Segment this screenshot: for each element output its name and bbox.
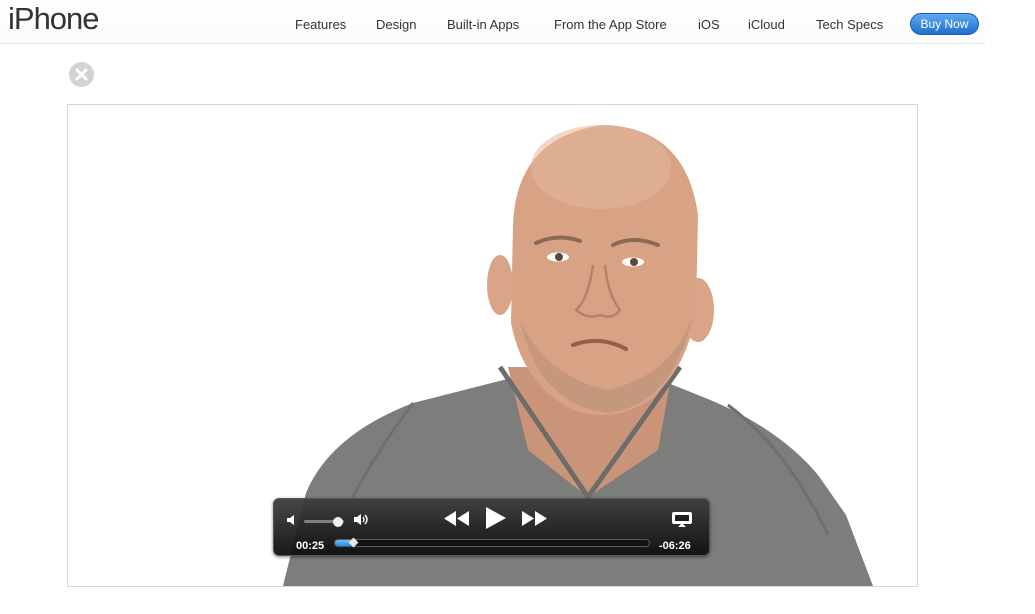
- volume-knob[interactable]: [333, 517, 343, 527]
- nav-built-in-apps[interactable]: Built-in Apps: [447, 17, 519, 32]
- progress-scrubber[interactable]: [334, 537, 650, 548]
- buy-now-button[interactable]: Buy Now: [910, 13, 979, 35]
- video-controls: 00:25 -06:26: [273, 498, 710, 556]
- close-button[interactable]: [69, 62, 94, 87]
- iphone-logo[interactable]: iPhone: [8, 1, 100, 37]
- volume-slider[interactable]: [304, 517, 344, 529]
- rewind-icon[interactable]: [443, 510, 471, 527]
- nav-design[interactable]: Design: [376, 17, 416, 32]
- play-icon[interactable]: [484, 506, 508, 530]
- nav-icloud[interactable]: iCloud: [748, 17, 785, 32]
- volume-low-icon[interactable]: [285, 513, 299, 527]
- nav-tech-specs[interactable]: Tech Specs: [816, 17, 883, 32]
- fast-forward-icon[interactable]: [521, 510, 549, 527]
- nav-features[interactable]: Features: [295, 17, 346, 32]
- current-time: 00:25: [296, 540, 325, 552]
- volume-high-icon[interactable]: [353, 512, 371, 528]
- airplay-icon[interactable]: [671, 511, 693, 527]
- global-header: iPhone Features Design Built-in Apps Fro…: [0, 0, 985, 44]
- close-icon: [75, 68, 88, 81]
- remaining-time: -06:26: [659, 540, 691, 552]
- nav-ios[interactable]: iOS: [698, 17, 720, 32]
- nav-from-the-app-store[interactable]: From the App Store: [554, 17, 667, 32]
